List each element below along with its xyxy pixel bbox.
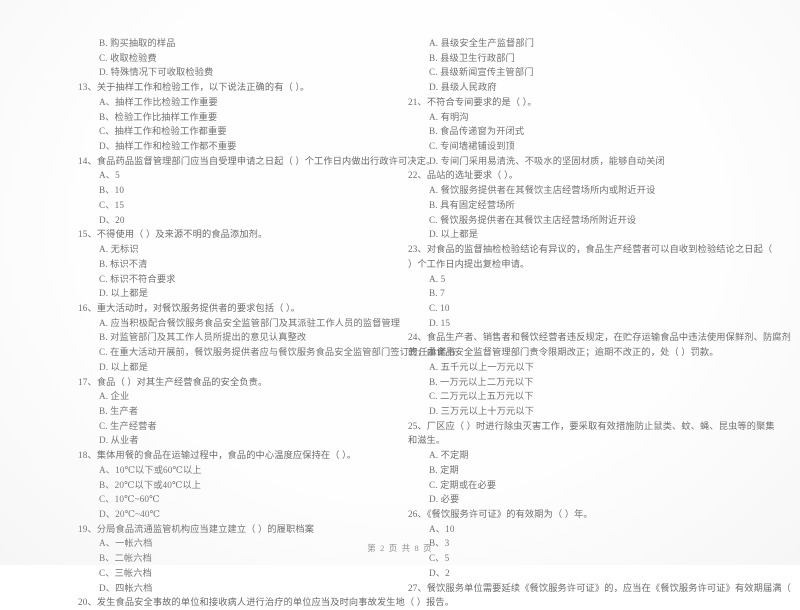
right-answer-option: D. 三万元以上十万元以下 bbox=[429, 405, 535, 416]
left-question-stem: 13、关于抽样工作和检验工作，以下说法正确的有（ ）。 bbox=[78, 82, 310, 93]
right-answer-option: B. 具有固定经营场所 bbox=[429, 199, 515, 210]
left-answer-option: C. 生产经营者 bbox=[99, 420, 157, 431]
right-answer-option: B. 7 bbox=[429, 288, 445, 299]
right-answer-option: A. 五千元以上一万元以下 bbox=[429, 361, 535, 372]
left-answer-option: D. 以上都是 bbox=[99, 288, 149, 299]
right-question-stem-continued: ）个工作日内提出复检申请。 bbox=[408, 258, 530, 269]
right-answer-option: D. 15 bbox=[429, 317, 451, 328]
right-answer-option: C. 县级新闻宣传主管部门 bbox=[429, 67, 534, 78]
right-answer-option: D. 县级人民政府 bbox=[429, 82, 497, 93]
left-question-stem: 15、不得使用（ ）及来源不明的食品添加剂。 bbox=[78, 229, 268, 240]
left-question-stem: 18、集体用餐的食品在运输过程中，食品的中心温度应保持在（ ）。 bbox=[78, 450, 357, 461]
left-answer-option: A. 无标识 bbox=[99, 244, 139, 255]
left-answer-option: C. 收取检验费 bbox=[99, 52, 157, 63]
right-answer-option: C. 专间墙裙铺设到顶 bbox=[429, 141, 515, 152]
left-answer-option: D、抽样工作和检验工作都不重要 bbox=[99, 141, 237, 152]
left-answer-option: D、四帐六档 bbox=[99, 582, 153, 593]
right-answer-option: A. 县级安全生产监督部门 bbox=[429, 38, 535, 48]
right-answer-option: A. 餐饮服务提供者在其餐饮主店经营场所内或附近开设 bbox=[429, 185, 656, 196]
left-answer-option: D. 从业者 bbox=[99, 435, 139, 446]
page-number-label: 第 2 页 共 8 页 bbox=[367, 544, 433, 553]
right-question-stem: 23、对食品的监督抽检检验结论有异议的，食品生产经营者可以自收到检验结论之日起（ bbox=[408, 244, 773, 255]
left-answer-option: C、抽样工作和检验工作都重要 bbox=[99, 126, 227, 137]
left-answer-option: A、抽样工作比检验工作重要 bbox=[99, 96, 218, 107]
right-answer-option: A. 不定期 bbox=[429, 450, 469, 461]
question-column-left: B. 购买抽取的样品 C. 收取检验费 D. 特殊情况下可收取检验费 13、关于抽样工… bbox=[78, 36, 456, 610]
right-question-stem: 24、食品生产者、销售者和餐饮经营者违反规定，在贮存运输食品中违法使用保鲜剂、防… bbox=[408, 332, 791, 343]
left-question-stem: 17、食品（ ）对其生产经营食品的安全负责。 bbox=[78, 376, 268, 387]
question-column-right: A. 县级安全生产监督部门 B. 县级卫生行政部门 C. 县级新闻宣传主管部门 D. … bbox=[408, 36, 800, 595]
right-question-stem-continued: 的，由食品安全监督管理部门责令限期改正；逾期不改正的，处（ ）罚款。 bbox=[408, 347, 719, 358]
right-answer-option: A. 5 bbox=[429, 273, 446, 284]
right-answer-option: C. 定期或在必要 bbox=[429, 479, 497, 490]
left-answer-option: B. 对监管部门及其工作人员所提出的意见认真整改 bbox=[99, 332, 307, 343]
left-answer-option: D、20 bbox=[99, 214, 125, 225]
right-question-stem: 22、品站的选址要求（ ）。 bbox=[408, 170, 519, 181]
document-page: B. 购买抽取的样品 C. 收取检验费 D. 特殊情况下可收取检验费 13、关于抽样工… bbox=[0, 0, 800, 607]
right-answer-option: B. 县级卫生行政部门 bbox=[429, 52, 515, 63]
right-answer-option: B. 一万元以上二万元以下 bbox=[429, 376, 534, 387]
right-question-stem: 25、厂区应（ ）时进行除虫灭害工作，要采取有效措施防止鼠类、蚊、蝇、昆虫等的聚… bbox=[408, 420, 775, 431]
left-answer-option: D、20℃~40℃ bbox=[99, 509, 161, 519]
right-question-stem: 26、《餐饮服务许可证》的有效期为（ ）年。 bbox=[408, 509, 593, 519]
left-question-stem: 19、分局食品流通监管机构应当建立建立（ ）的履职档案 bbox=[78, 523, 315, 534]
left-answer-option: B、20℃以下或40℃以上 bbox=[99, 479, 202, 490]
left-answer-option: C、15 bbox=[99, 199, 125, 210]
right-answer-option: A. 有明沟 bbox=[429, 111, 469, 122]
right-answer-option: D、2 bbox=[429, 567, 450, 578]
left-answer-option: B. 购买抽取的样品 bbox=[99, 38, 176, 48]
left-answer-option: B. 生产者 bbox=[99, 405, 139, 416]
left-answer-option: D. 以上都是 bbox=[99, 361, 149, 372]
left-answer-option: A. 应当积极配合餐饮服务食品安全监管部门及其派驻工作人员的监督管理 bbox=[99, 317, 401, 328]
left-answer-option: B. 标识不清 bbox=[99, 258, 148, 269]
left-answer-option: C. 在重大活动开展前，餐饮服务提供者应与餐饮服务食品安全监管部门签订责任承诺书 bbox=[99, 347, 456, 358]
left-answer-option: A、5 bbox=[99, 170, 120, 181]
right-answer-option: D. 必要 bbox=[429, 494, 460, 505]
left-question-stem: 16、重大活动时，对餐饮服务提供者的要求包括（ ）。 bbox=[78, 302, 301, 313]
left-answer-option: D. 特殊情况下可收取检验费 bbox=[99, 67, 214, 78]
left-question-stem: 14、食品药品监督管理部门应当自受理申请之日起（ ）个工作日内做出行政许可决定。 bbox=[78, 155, 436, 166]
left-answer-option: A、10℃以下或60℃以上 bbox=[99, 464, 202, 475]
right-question-stem-continued: 和滋生。 bbox=[408, 435, 446, 446]
right-answer-option: D. 以上都是 bbox=[429, 229, 479, 240]
left-answer-option: B、10 bbox=[99, 185, 125, 196]
right-answer-option: A、10 bbox=[429, 523, 455, 534]
right-question-stem: 27、餐饮服务单位需要延续《餐饮服务许可证》的，应当在《餐饮服务许可证》有效期届… bbox=[408, 582, 791, 593]
right-answer-option: B. 定期 bbox=[429, 464, 459, 475]
page-footer: 第 2 页 共 8 页 bbox=[0, 542, 800, 554]
left-question-stem: 20、发生食品安全事故的单位和接收病人进行治疗的单位应当及时向事故发生地（ ）报… bbox=[78, 597, 455, 608]
left-answer-option: C、三帐六档 bbox=[99, 567, 152, 578]
right-answer-option: D. 专间门采用易清洗、不吸水的坚固材质，能够自动关闭 bbox=[429, 155, 665, 166]
right-answer-option: B. 食品传递窗为开闭式 bbox=[429, 126, 525, 137]
right-answer-option: C. 餐饮服务提供者在其餐饮主店经营场所附近开设 bbox=[429, 214, 637, 225]
left-answer-option: C、10℃~60℃ bbox=[99, 494, 160, 505]
left-answer-option: C. 标识不符合要求 bbox=[99, 273, 176, 284]
right-answer-option: C. 10 bbox=[429, 302, 450, 313]
right-question-stem: 21、不符合专间要求的是（ ）。 bbox=[408, 96, 537, 107]
left-answer-option: A. 企业 bbox=[99, 391, 130, 402]
right-answer-option: C. 二万元以上五万元以下 bbox=[429, 391, 534, 402]
left-answer-option: B、检验工作比抽样工作重要 bbox=[99, 111, 218, 122]
